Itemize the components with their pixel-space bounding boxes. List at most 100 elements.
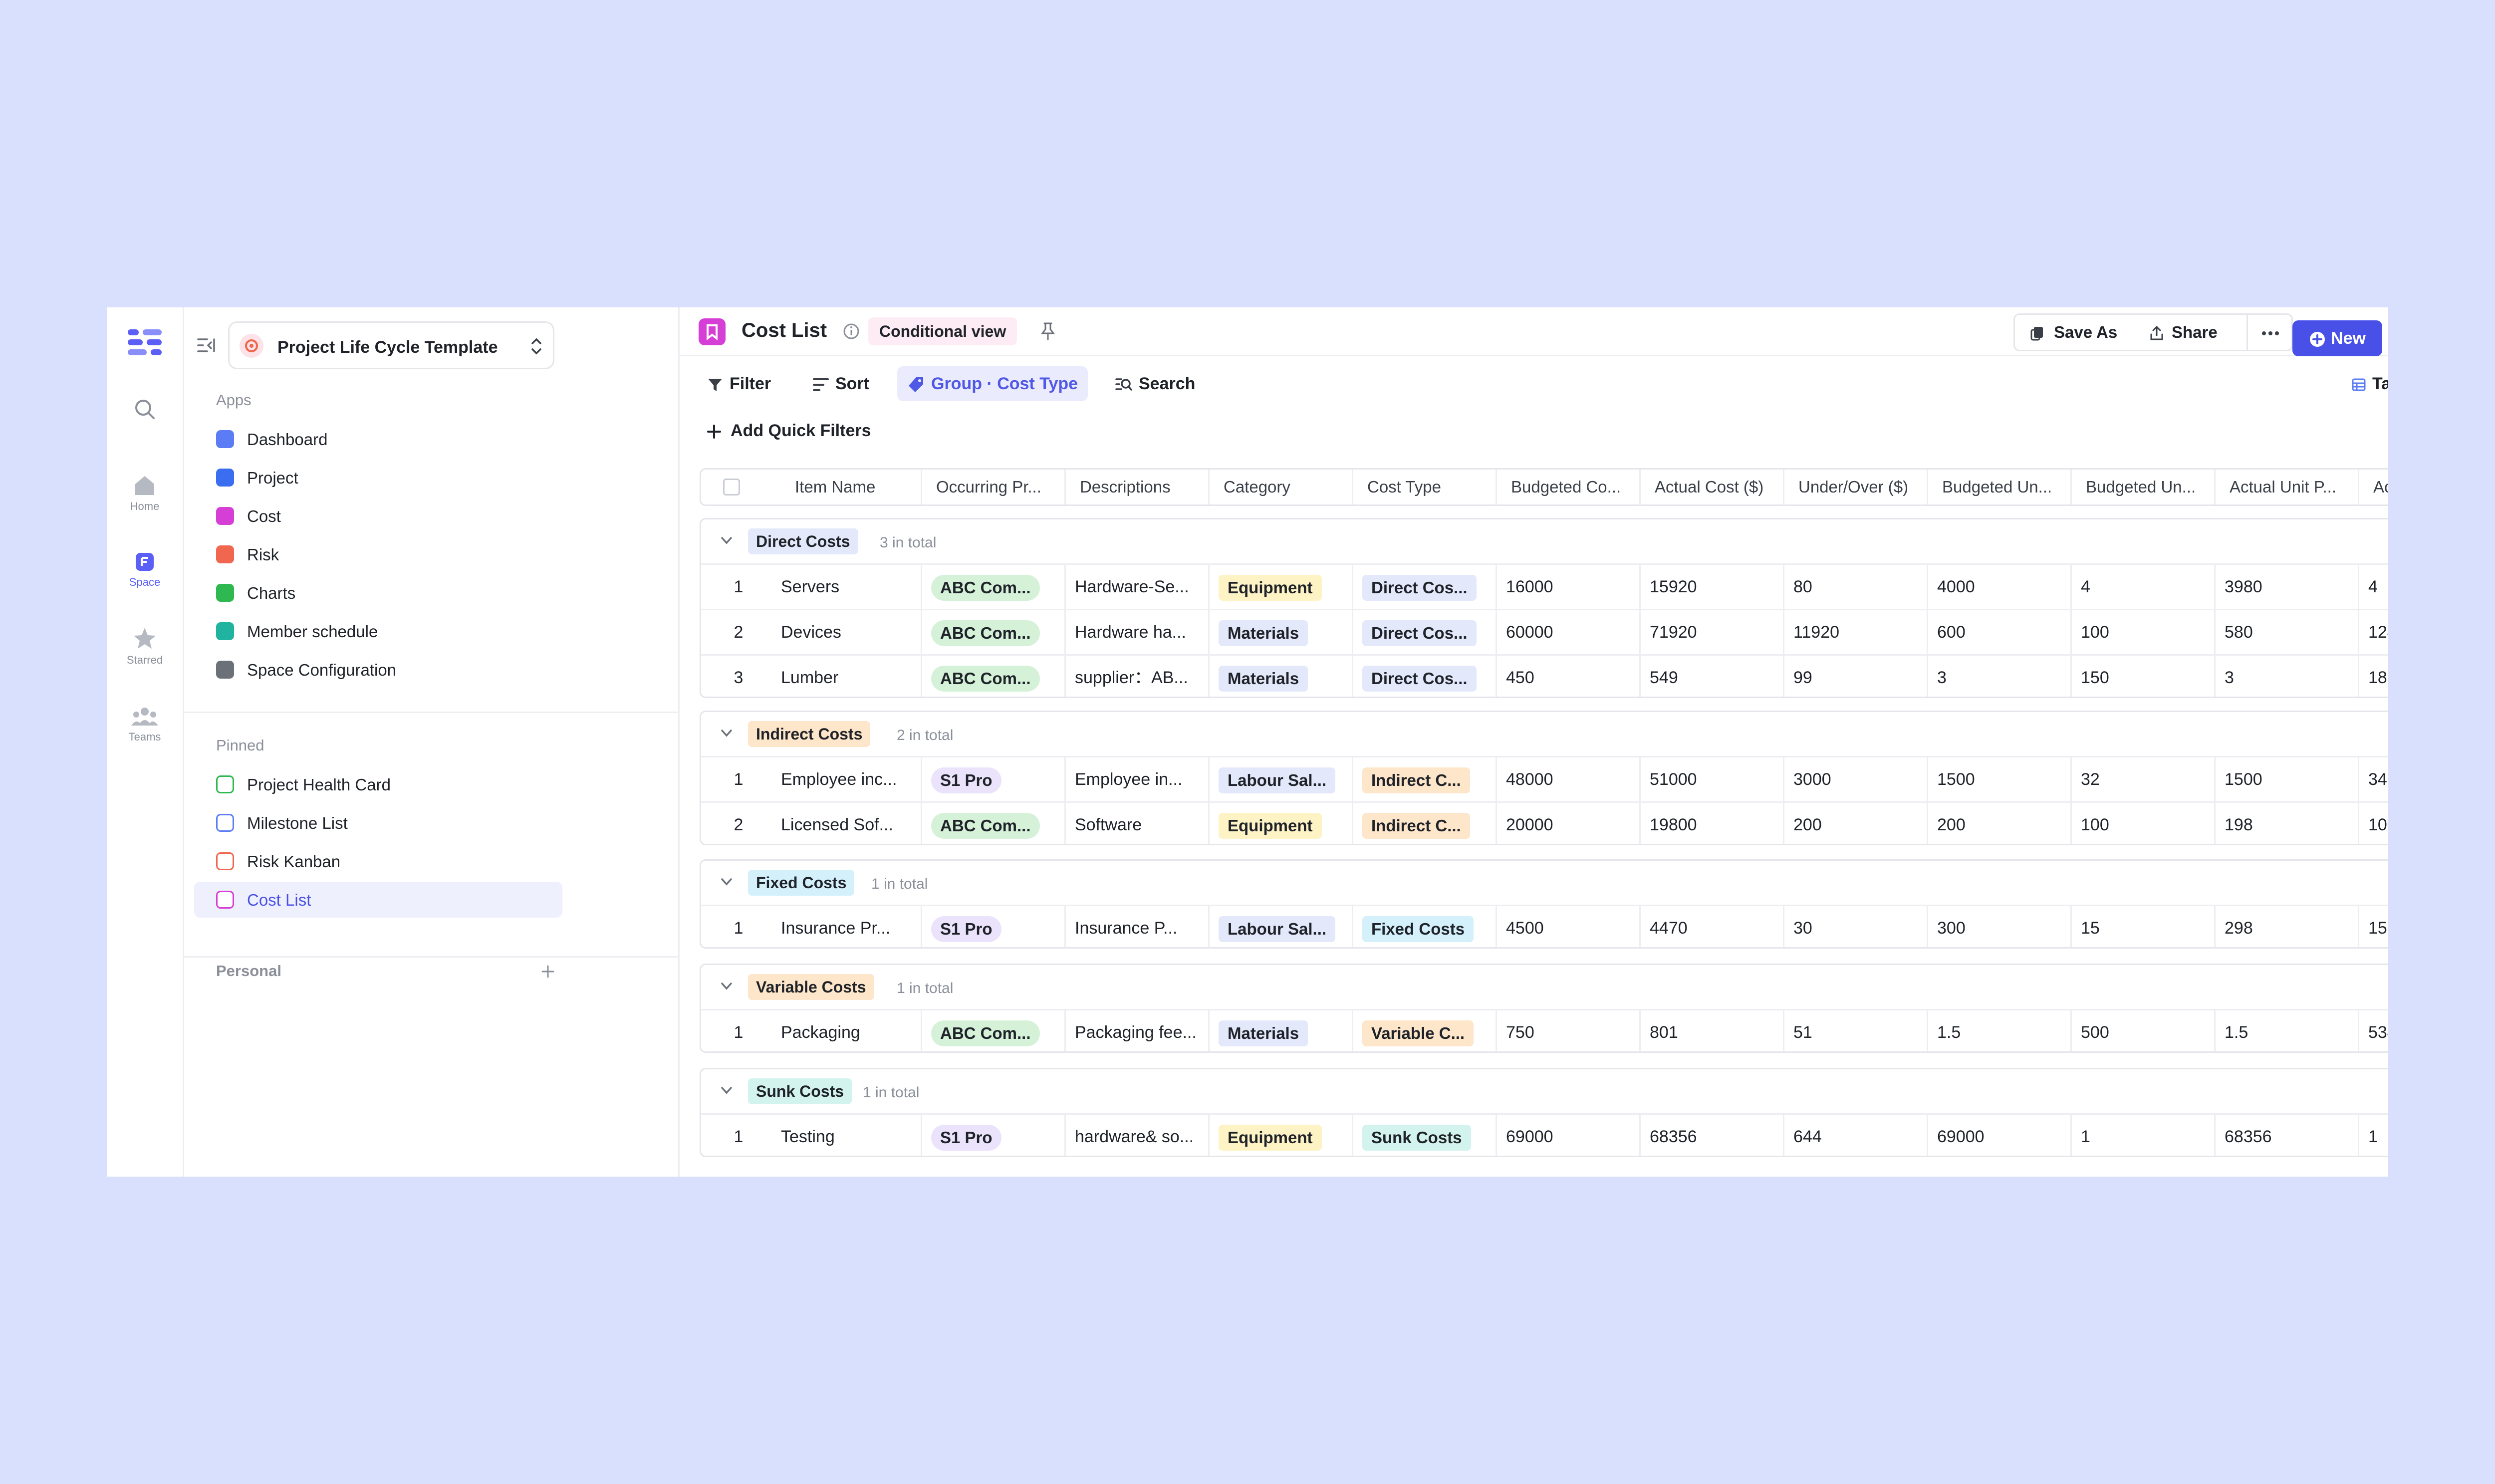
value-cell[interactable]: 34	[2358, 757, 2388, 801]
table-row[interactable]: 1 Employee inc... S1 Pro Employee in... Labo…	[701, 757, 2388, 803]
group-header[interactable]: Direct Costs 3 in total	[701, 519, 2388, 565]
sidebar-item-charts[interactable]: Charts	[194, 575, 562, 611]
item-name-cell[interactable]: Packaging	[781, 1010, 916, 1051]
more-button[interactable]	[2261, 315, 2279, 350]
value-cell[interactable]: 30	[1783, 906, 1927, 947]
category-cell[interactable]: Equipment	[1208, 803, 1352, 844]
table-row[interactable]: 3 Lumber ABC Com... supplier：AB... Materials…	[701, 656, 2388, 697]
value-cell[interactable]: 68356	[1639, 1115, 1783, 1156]
value-cell[interactable]: 15920	[1639, 565, 1783, 609]
value-cell[interactable]: 124	[2358, 610, 2388, 654]
value-cell[interactable]: 200	[1927, 803, 2070, 844]
item-name-cell[interactable]: Employee inc...	[781, 757, 916, 801]
occurring-cell[interactable]: ABC Com...	[921, 803, 1064, 844]
search-button[interactable]: Search	[1115, 366, 1195, 401]
item-name-cell[interactable]: Insurance Pr...	[781, 906, 916, 947]
description-cell[interactable]: Software	[1064, 803, 1208, 844]
sidebar-item-dashboard[interactable]: Dashboard	[194, 421, 562, 457]
table-row[interactable]: 1 Packaging ABC Com... Packaging fee... Mate…	[701, 1010, 2388, 1051]
occurring-cell[interactable]: S1 Pro	[921, 906, 1064, 947]
value-cell[interactable]: 100	[2070, 610, 2214, 654]
value-cell[interactable]: 32	[2070, 757, 2214, 801]
item-name-cell[interactable]: Licensed Sof...	[781, 803, 916, 844]
value-cell[interactable]: 4	[2070, 565, 2214, 609]
rail-starred[interactable]: Starred	[107, 627, 183, 667]
value-cell[interactable]: 150	[2070, 656, 2214, 697]
share-button[interactable]: Share	[2149, 315, 2218, 350]
value-cell[interactable]: 100	[2358, 803, 2388, 844]
occurring-cell[interactable]: ABC Com...	[921, 1010, 1064, 1051]
value-cell[interactable]: 99	[1783, 656, 1927, 697]
group-header[interactable]: Sunk Costs 1 in total	[701, 1069, 2388, 1115]
cost-type-cell[interactable]: Indirect C...	[1352, 757, 1496, 801]
value-cell[interactable]: 3	[2214, 656, 2358, 697]
add-personal-icon[interactable]	[540, 964, 555, 979]
column-header[interactable]: Actual Unit P...	[2214, 470, 2358, 504]
sidebar-item-risk[interactable]: Risk	[194, 536, 562, 572]
occurring-cell[interactable]: ABC Com...	[921, 610, 1064, 654]
value-cell[interactable]: 198	[2214, 803, 2358, 844]
group-header[interactable]: Indirect Costs 2 in total	[701, 712, 2388, 757]
column-header[interactable]: Budgeted Un...	[2070, 470, 2214, 504]
value-cell[interactable]: 600	[1927, 610, 2070, 654]
value-cell[interactable]: 1500	[2214, 757, 2358, 801]
description-cell[interactable]: hardware& so...	[1064, 1115, 1208, 1156]
value-cell[interactable]: 1.5	[2214, 1010, 2358, 1051]
sidebar-item-space-configuration[interactable]: Space Configuration	[194, 652, 562, 688]
save-as-button[interactable]: Save As	[2030, 315, 2117, 350]
value-cell[interactable]: 15	[2358, 906, 2388, 947]
group-header[interactable]: Fixed Costs 1 in total	[701, 861, 2388, 906]
table-row[interactable]: 1 Insurance Pr... S1 Pro Insurance P... Labo…	[701, 906, 2388, 947]
value-cell[interactable]: 3	[1927, 656, 2070, 697]
item-name-cell[interactable]: Devices	[781, 610, 916, 654]
column-header[interactable]: Occurring Pr...	[921, 470, 1064, 504]
value-cell[interactable]: 1	[2358, 1115, 2388, 1156]
value-cell[interactable]: 3980	[2214, 565, 2358, 609]
value-cell[interactable]: 20000	[1496, 803, 1639, 844]
table-row[interactable]: 1 Servers ABC Com... Hardware-Se... Equipmen…	[701, 565, 2388, 610]
select-all-checkbox[interactable]	[723, 479, 740, 495]
value-cell[interactable]: 51000	[1639, 757, 1783, 801]
value-cell[interactable]: 4000	[1927, 565, 2070, 609]
view-switcher[interactable]: Table	[2351, 366, 2388, 401]
value-cell[interactable]: 4	[2358, 565, 2388, 609]
value-cell[interactable]: 4500	[1496, 906, 1639, 947]
category-cell[interactable]: Equipment	[1208, 565, 1352, 609]
value-cell[interactable]: 11920	[1783, 610, 1927, 654]
category-cell[interactable]: Labour Sal...	[1208, 757, 1352, 801]
category-cell[interactable]: Materials	[1208, 610, 1352, 654]
group-button[interactable]: Group · Cost Type	[897, 366, 1088, 401]
value-cell[interactable]: 644	[1783, 1115, 1927, 1156]
cost-type-cell[interactable]: Direct Cos...	[1352, 656, 1496, 697]
pinned-item-risk-kanban[interactable]: Risk Kanban	[194, 843, 562, 879]
pinned-item-milestone-list[interactable]: Milestone List	[194, 805, 562, 841]
sidebar-item-member-schedule[interactable]: Member schedule	[194, 613, 562, 649]
column-header[interactable]: Budgeted Co...	[1496, 470, 1639, 504]
value-cell[interactable]: 100	[2070, 803, 2214, 844]
value-cell[interactable]: 200	[1783, 803, 1927, 844]
sort-button[interactable]: Sort	[812, 366, 869, 401]
value-cell[interactable]: 16000	[1496, 565, 1639, 609]
value-cell[interactable]: 51	[1783, 1010, 1927, 1051]
value-cell[interactable]: 80	[1783, 565, 1927, 609]
value-cell[interactable]: 183	[2358, 656, 2388, 697]
column-header[interactable]: Cost Type	[1352, 470, 1496, 504]
item-name-cell[interactable]: Servers	[781, 565, 916, 609]
value-cell[interactable]: 69000	[1496, 1115, 1639, 1156]
value-cell[interactable]: 450	[1496, 656, 1639, 697]
category-cell[interactable]: Materials	[1208, 1010, 1352, 1051]
value-cell[interactable]: 3000	[1783, 757, 1927, 801]
cost-type-cell[interactable]: Sunk Costs	[1352, 1115, 1496, 1156]
value-cell[interactable]: 60000	[1496, 610, 1639, 654]
column-header[interactable]: Under/Over ($)	[1783, 470, 1927, 504]
chevron-down-icon[interactable]	[719, 980, 734, 992]
sidebar-item-project[interactable]: Project	[194, 460, 562, 495]
chevron-down-icon[interactable]	[719, 534, 734, 546]
group-header[interactable]: Variable Costs 1 in total	[701, 965, 2388, 1010]
column-header[interactable]: Budgeted Un...	[1927, 470, 2070, 504]
pin-icon[interactable]	[1039, 321, 1057, 341]
chevron-down-icon[interactable]	[719, 1084, 734, 1096]
pinned-item-project-health-card[interactable]: Project Health Card	[194, 766, 562, 802]
value-cell[interactable]: 19800	[1639, 803, 1783, 844]
value-cell[interactable]: 500	[2070, 1010, 2214, 1051]
